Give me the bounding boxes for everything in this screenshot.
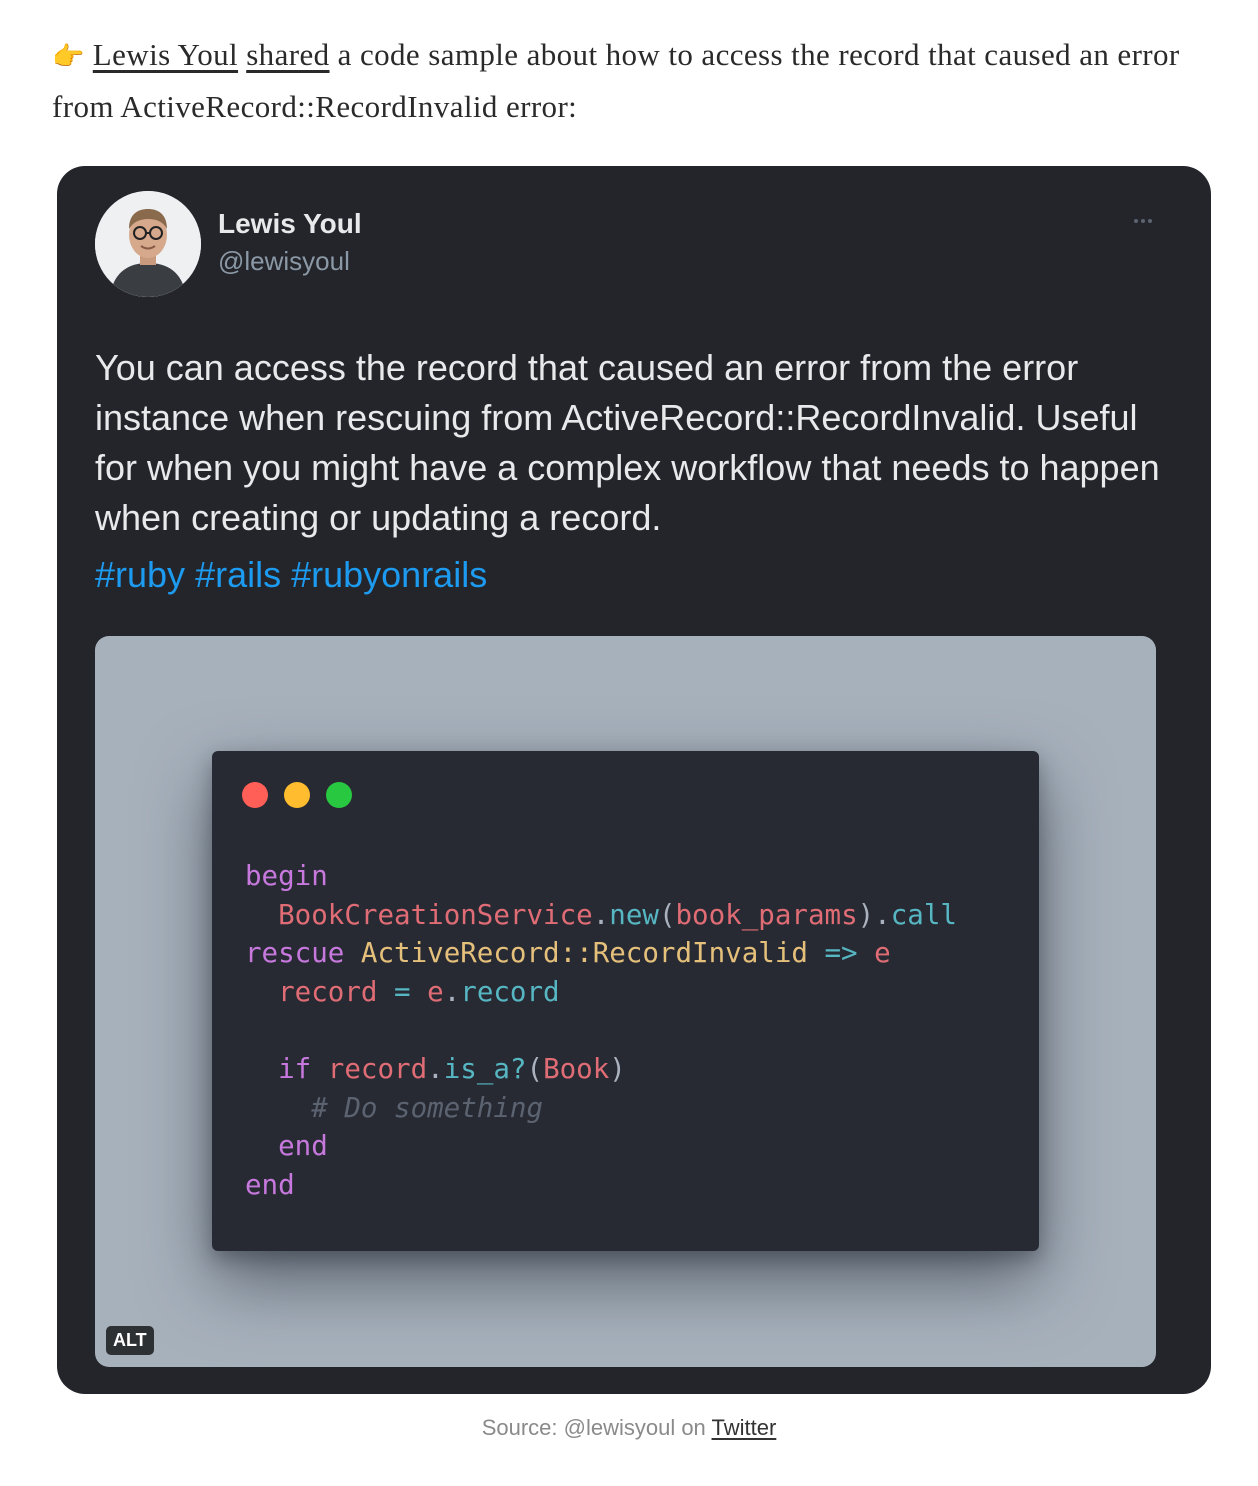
code-window: begin BookCreationService.new(book_param… (212, 751, 1039, 1251)
code-token: e (874, 937, 891, 970)
code-line: begin (245, 857, 957, 896)
code-line: if record.is_a?(Book) (245, 1050, 957, 1089)
code-token: ActiveRecord::RecordInvalid (360, 937, 808, 970)
shared-link[interactable]: shared (246, 37, 329, 72)
code-token: . (592, 898, 610, 931)
twitter-link[interactable]: Twitter (712, 1415, 777, 1440)
source-caption: Source: @lewisyoul on Twitter (0, 1415, 1258, 1441)
code-line: end (245, 1166, 957, 1205)
code-line: end (245, 1127, 957, 1166)
author-link[interactable]: Lewis Youl (93, 37, 238, 72)
minimize-dot-icon (284, 782, 310, 808)
author-name[interactable]: Lewis Youl (218, 208, 362, 240)
code-token: if (278, 1052, 328, 1085)
code-token: end (278, 1130, 328, 1163)
code-token: record (278, 975, 378, 1008)
code-line: record = e.record (245, 973, 957, 1012)
alt-badge[interactable]: ALT (106, 1326, 154, 1355)
code-token: . (427, 1052, 444, 1085)
code-token: record (460, 975, 560, 1008)
intro-paragraph: 👉 Lewis Youl shared a code sample about h… (52, 30, 1212, 131)
code-token: call (890, 898, 957, 931)
code-token: ) (609, 1052, 626, 1085)
code-token: ( (658, 898, 676, 931)
code-line: rescue ActiveRecord::RecordInvalid => e (245, 934, 957, 973)
pointing-hand-icon: 👉 (52, 42, 85, 72)
hashtag-rails[interactable]: #rails (195, 554, 281, 595)
more-options-icon[interactable] (1131, 212, 1155, 230)
hashtag-ruby[interactable]: #ruby (95, 554, 185, 595)
code-token: end (245, 1168, 295, 1201)
code-token: => (807, 937, 875, 970)
code-token: Book (543, 1052, 610, 1085)
avatar[interactable] (95, 191, 201, 297)
code-token: BookCreationService (278, 898, 593, 931)
code-token: . (443, 975, 461, 1008)
code-token: record (327, 1052, 428, 1085)
code-line: BookCreationService.new(book_params).cal… (245, 896, 957, 935)
hashtag-rubyonrails[interactable]: #rubyonrails (291, 554, 487, 595)
code-token: is_a? (443, 1052, 527, 1085)
code-token: rescue (245, 937, 361, 970)
code-token: ). (857, 898, 891, 931)
tweet-body: You can access the record that caused an… (95, 347, 1160, 538)
maximize-dot-icon (326, 782, 352, 808)
author-handle[interactable]: @lewisyoul (218, 246, 350, 277)
code-token: = (377, 975, 428, 1008)
code-token: e (427, 975, 444, 1008)
code-token: # Do something (245, 1091, 544, 1124)
code-line: # Do something (245, 1089, 957, 1128)
code-block: begin BookCreationService.new(book_param… (245, 857, 957, 1204)
hashtag-list: #ruby #rails #rubyonrails (95, 554, 497, 596)
source-prefix: Source: @lewisyoul on (481, 1415, 712, 1440)
code-token: book_params (675, 898, 858, 931)
avatar-image (95, 191, 201, 297)
tweet-card[interactable]: Lewis Youl @lewisyoul You can access the… (57, 166, 1211, 1394)
code-token: ( (526, 1052, 544, 1085)
close-dot-icon (242, 782, 268, 808)
code-token: new (609, 898, 659, 931)
code-token: begin (245, 860, 328, 892)
tweet-media-image[interactable]: begin BookCreationService.new(book_param… (95, 636, 1156, 1367)
